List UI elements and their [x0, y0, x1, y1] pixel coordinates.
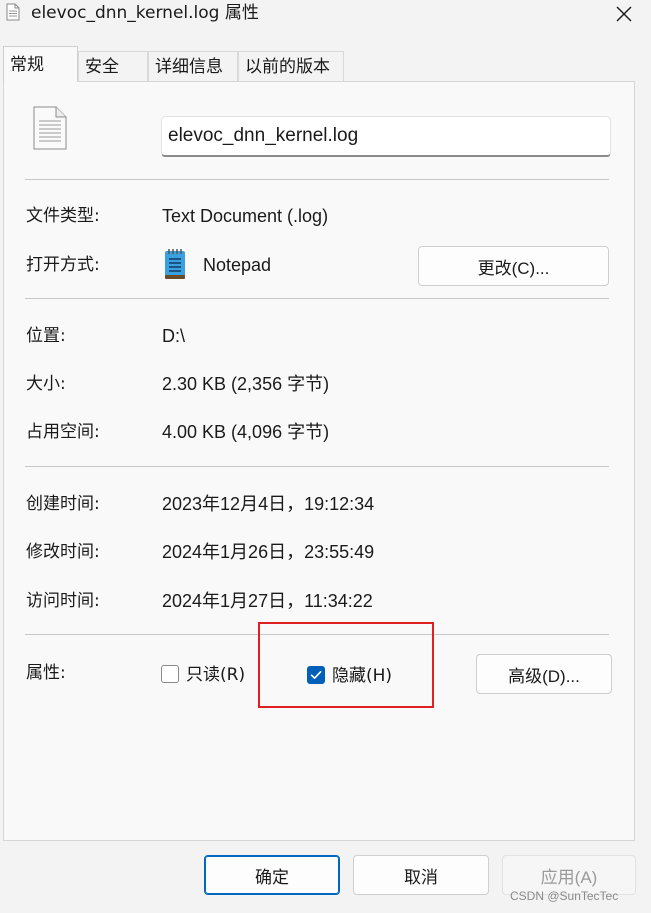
close-icon — [616, 6, 631, 22]
tab-details[interactable]: 详细信息 — [148, 51, 238, 81]
notepad-icon — [165, 249, 185, 279]
modified-value: 2024年1月26日，23:55:49 — [162, 542, 375, 562]
general-panel — [3, 81, 635, 841]
tab-security[interactable]: 安全 — [78, 51, 148, 81]
watermark: CSDN @SunTecTec — [510, 889, 619, 903]
attributes-label: 属性: — [26, 663, 66, 683]
text-file-icon — [6, 3, 20, 21]
opens-with-label: 打开方式: — [26, 255, 100, 275]
file-name-input[interactable] — [161, 116, 611, 157]
modified-label: 修改时间: — [26, 542, 100, 562]
highlight-box — [258, 622, 434, 708]
location-value: D:\ — [162, 326, 186, 346]
file-type-value: Text Document (.log) — [162, 206, 329, 226]
tab-general[interactable]: 常规 — [3, 46, 78, 82]
ok-button[interactable]: 确定 — [204, 855, 340, 895]
window-title: elevoc_dnn_kernel.log 属性 — [31, 3, 259, 23]
location-label: 位置: — [26, 326, 66, 346]
accessed-value: 2024年1月27日，11:34:22 — [162, 591, 373, 611]
divider — [25, 298, 609, 299]
size-on-disk-label: 占用空间: — [26, 422, 100, 442]
size-on-disk-value: 4.00 KB (4,096 字节) — [162, 422, 330, 442]
divider — [25, 179, 609, 180]
readonly-label[interactable]: 只读(R) — [186, 664, 245, 686]
text-document-icon — [33, 106, 67, 150]
size-value: 2.30 KB (2,356 字节) — [162, 374, 330, 394]
advanced-button[interactable]: 高级(D)... — [476, 654, 612, 694]
opens-with-value: Notepad — [203, 255, 272, 275]
divider — [25, 466, 609, 467]
created-label: 创建时间: — [26, 494, 100, 514]
close-button[interactable] — [596, 0, 651, 28]
title-bar: elevoc_dnn_kernel.log 属性 — [0, 0, 651, 34]
cancel-button[interactable]: 取消 — [353, 855, 489, 895]
file-type-label: 文件类型: — [26, 206, 100, 226]
accessed-label: 访问时间: — [26, 591, 100, 611]
readonly-checkbox[interactable] — [161, 665, 179, 683]
change-button[interactable]: 更改(C)... — [418, 246, 609, 286]
created-value: 2023年12月4日，19:12:34 — [162, 494, 375, 514]
size-label: 大小: — [26, 374, 66, 394]
tab-previous-versions[interactable]: 以前的版本 — [238, 51, 344, 81]
